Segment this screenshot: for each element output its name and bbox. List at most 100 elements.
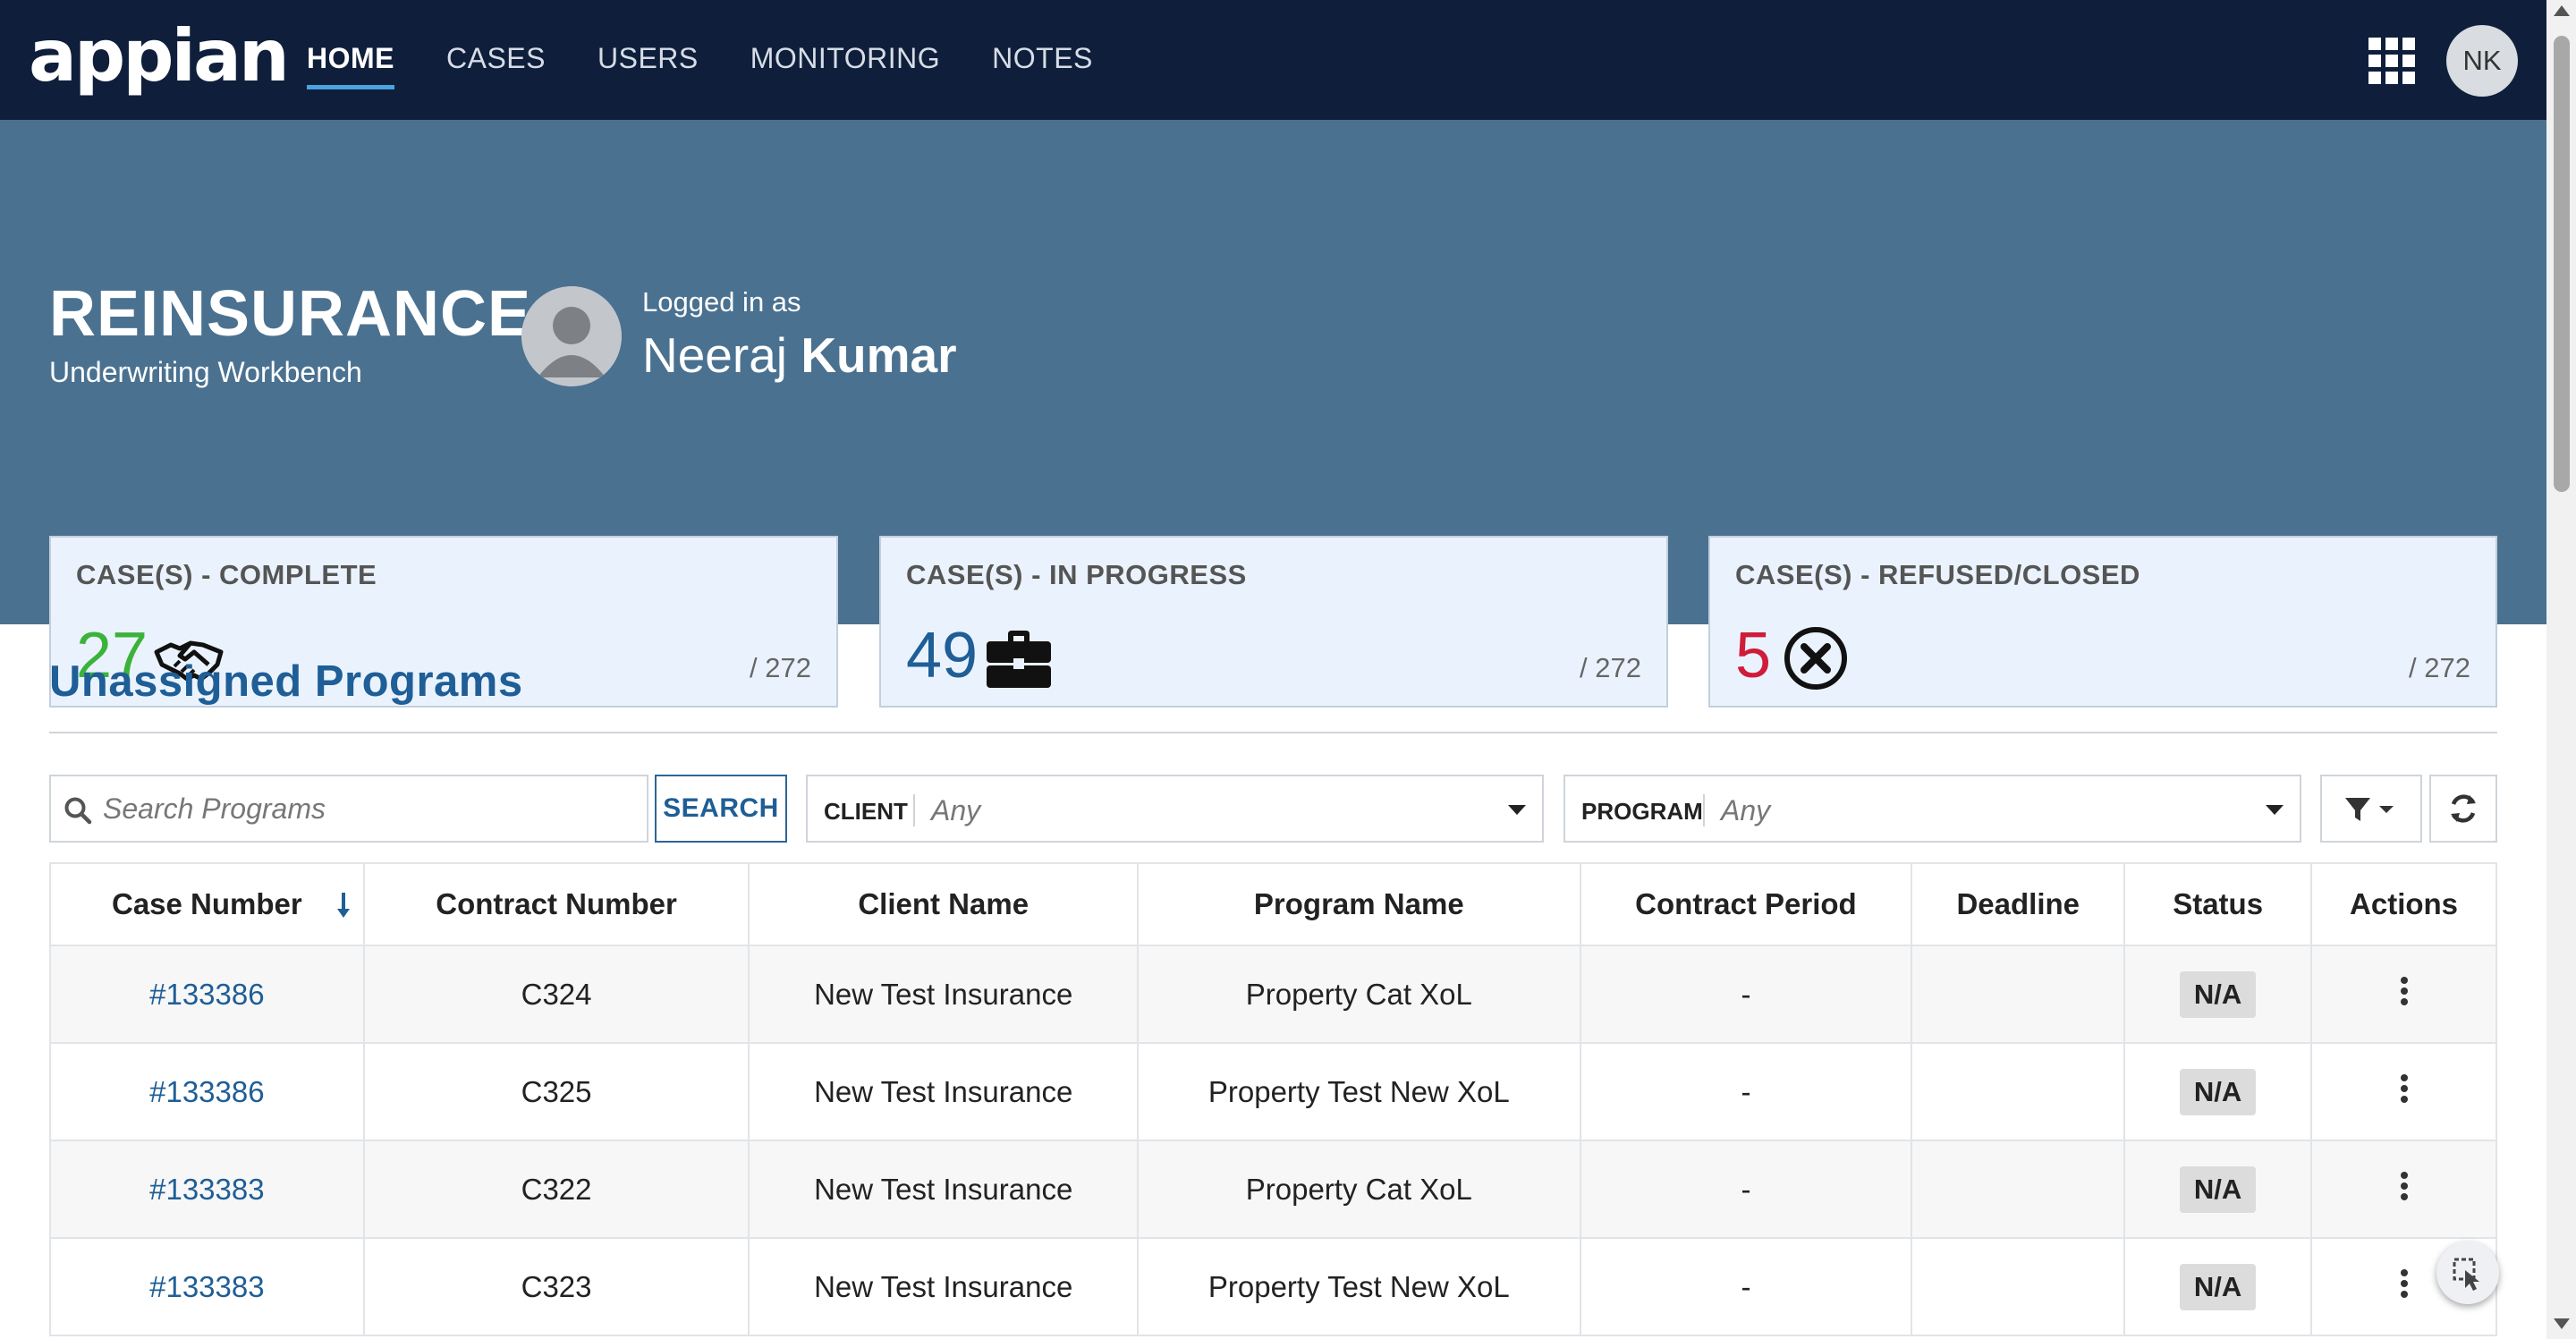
deadline-cell <box>1911 945 2126 1044</box>
program-name-cell: Property Test New XoL <box>1137 1042 1581 1141</box>
circle-x-icon <box>1784 627 1847 690</box>
filter-separator <box>913 794 915 826</box>
logged-in-label: Logged in as <box>642 286 801 318</box>
program-name-cell: Property Cat XoL <box>1137 945 1581 1044</box>
case-number-cell: #133383 <box>49 1237 365 1336</box>
status-cell: N/A <box>2123 1237 2313 1336</box>
status-badge: N/A <box>2179 1263 2257 1310</box>
column-header-deadline[interactable]: Deadline <box>1911 862 2126 946</box>
user-first-name: Neeraj <box>642 327 788 383</box>
filter-icon <box>2345 798 2394 821</box>
column-header-actions: Actions <box>2310 862 2497 946</box>
user-avatar[interactable]: NK <box>2446 25 2518 97</box>
filter-separator <box>1703 794 1705 826</box>
status-badge: N/A <box>2179 970 2257 1018</box>
sort-descending-icon[interactable] <box>335 891 352 921</box>
program-name-cell: Property Test New XoL <box>1137 1237 1581 1336</box>
appian-logo[interactable]: appian <box>29 16 290 97</box>
stat-total: / 272 <box>1580 652 1641 683</box>
more-actions-icon[interactable] <box>2400 1071 2409 1106</box>
search-programs-input[interactable] <box>103 785 631 832</box>
unassigned-programs-grid: Case Number Contract Number Client Name … <box>49 862 2497 1336</box>
contract-period-cell: - <box>1579 945 1913 1044</box>
grid-header-row: Case Number Contract Number Client Name … <box>49 862 2497 946</box>
more-actions-icon[interactable] <box>2400 973 2409 1009</box>
contract-number-cell: C323 <box>362 1237 750 1336</box>
profile-picture <box>521 286 622 386</box>
stat-total: / 272 <box>750 652 811 683</box>
status-cell: N/A <box>2123 1140 2313 1239</box>
case-number-link[interactable]: #133383 <box>149 1270 264 1303</box>
search-button[interactable]: SEARCH <box>655 775 787 843</box>
cursor-select-button[interactable] <box>2436 1242 2499 1304</box>
contract-number-cell: C325 <box>362 1042 750 1141</box>
top-navigation-bar: appian HOME CASES USERS MONITORING NOTES… <box>0 0 2546 120</box>
nav-notes[interactable]: NOTES <box>992 0 1093 120</box>
client-filter-dropdown[interactable]: CLIENT Any <box>806 775 1544 843</box>
user-last-name: Kumar <box>801 327 957 383</box>
nav-monitoring[interactable]: MONITORING <box>750 0 940 120</box>
program-filter-value: Any <box>1721 794 1771 826</box>
column-header-client-name[interactable]: Client Name <box>748 862 1140 946</box>
column-header-label: Case Number <box>111 887 302 920</box>
refresh-icon <box>2451 794 2476 823</box>
section-divider <box>49 732 2497 733</box>
stat-label: CASE(S) - COMPLETE <box>76 559 377 590</box>
stat-total: / 272 <box>2409 652 2470 683</box>
stat-count: 5 <box>1735 620 1772 691</box>
refresh-button[interactable] <box>2429 775 2497 843</box>
stat-count: 49 <box>906 620 979 691</box>
scroll-down-arrow-icon[interactable] <box>2554 1318 2570 1329</box>
contract-period-cell: - <box>1579 1237 1913 1336</box>
case-number-cell: #133386 <box>49 1042 365 1141</box>
client-name-cell: New Test Insurance <box>748 1042 1140 1141</box>
case-number-link[interactable]: #133386 <box>149 1075 264 1108</box>
chevron-down-icon <box>2266 805 2284 815</box>
column-header-status[interactable]: Status <box>2123 862 2313 946</box>
cursor-select-icon <box>2453 1258 2479 1291</box>
program-filter-dropdown[interactable]: PROGRAM Any <box>1563 775 2301 843</box>
scroll-up-arrow-icon[interactable] <box>2554 5 2570 16</box>
nav-home[interactable]: HOME <box>307 0 394 120</box>
briefcase-icon <box>987 631 1051 688</box>
case-number-link[interactable]: #133386 <box>149 978 264 1011</box>
app-title: REINSURANCE <box>49 278 532 350</box>
program-name-cell: Property Cat XoL <box>1137 1140 1581 1239</box>
status-cell: N/A <box>2123 945 2313 1044</box>
table-row: #133386 C325 New Test Insurance Property… <box>49 1042 2497 1141</box>
table-row: #133383 C323 New Test Insurance Property… <box>49 1237 2497 1336</box>
client-name-cell: New Test Insurance <box>748 1237 1140 1336</box>
section-title: Unassigned Programs <box>49 657 523 706</box>
status-badge: N/A <box>2179 1068 2257 1115</box>
case-number-cell: #133386 <box>49 945 365 1044</box>
more-actions-icon[interactable] <box>2400 1266 2409 1301</box>
search-programs-field[interactable] <box>49 775 648 843</box>
case-number-cell: #133383 <box>49 1140 365 1239</box>
case-number-link[interactable]: #133383 <box>149 1173 264 1206</box>
column-header-program-name[interactable]: Program Name <box>1137 862 1581 946</box>
column-header-case-number[interactable]: Case Number <box>49 862 365 946</box>
search-icon <box>64 797 92 825</box>
scrollbar-thumb[interactable] <box>2554 36 2570 492</box>
grid-apps-icon[interactable] <box>2368 38 2415 84</box>
stat-card-in-progress[interactable]: CASE(S) - IN PROGRESS 49 / 272 <box>879 536 1668 708</box>
nav-cases[interactable]: CASES <box>446 0 546 120</box>
contract-number-cell: C322 <box>362 1140 750 1239</box>
nav-users[interactable]: USERS <box>597 0 699 120</box>
client-name-cell: New Test Insurance <box>748 1140 1140 1239</box>
person-silhouette-icon <box>521 286 622 386</box>
app-subtitle: Underwriting Workbench <box>49 356 362 388</box>
client-name-cell: New Test Insurance <box>748 945 1140 1044</box>
chevron-down-icon <box>1508 805 1526 815</box>
contract-period-cell: - <box>1579 1042 1913 1141</box>
more-actions-icon[interactable] <box>2400 1168 2409 1204</box>
logged-in-user-name: Neeraj Kumar <box>642 326 957 385</box>
column-header-contract-number[interactable]: Contract Number <box>362 862 750 946</box>
stat-card-refused-closed[interactable]: CASE(S) - REFUSED/CLOSED 5 / 272 <box>1708 536 2497 708</box>
deadline-cell <box>1911 1140 2126 1239</box>
deadline-cell <box>1911 1042 2126 1141</box>
filter-menu-button[interactable] <box>2320 775 2422 843</box>
contract-number-cell: C324 <box>362 945 750 1044</box>
page-scrollbar[interactable] <box>2546 0 2576 1339</box>
column-header-contract-period[interactable]: Contract Period <box>1579 862 1913 946</box>
